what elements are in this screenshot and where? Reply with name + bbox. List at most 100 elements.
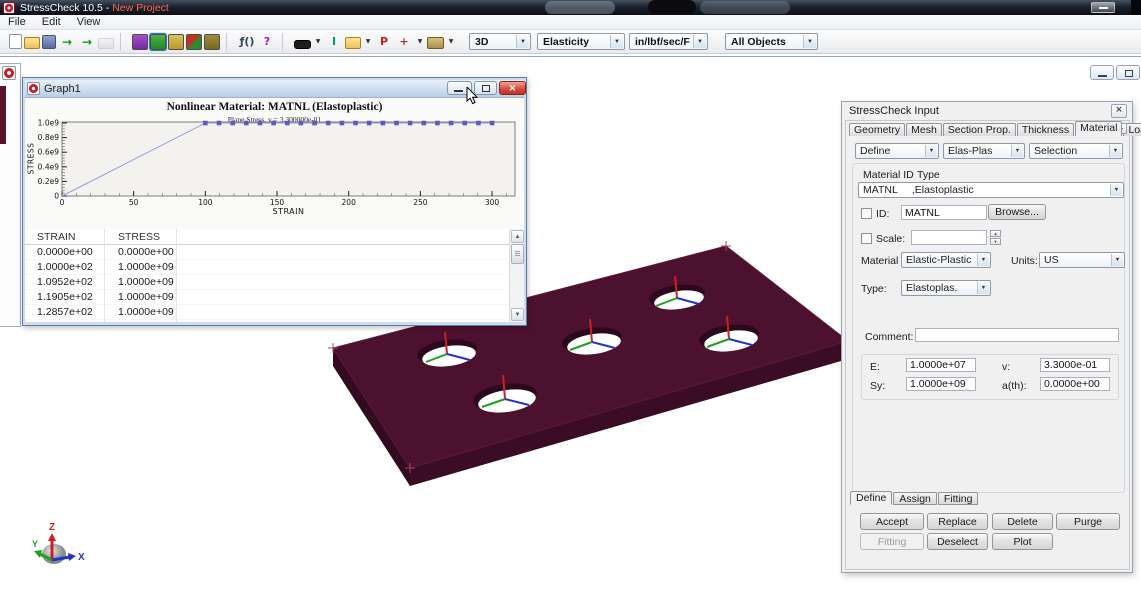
replace-button[interactable]: Replace — [927, 513, 988, 530]
desktop-object-behind-glass — [648, 0, 696, 14]
svg-text:1.0e9: 1.0e9 — [38, 119, 60, 128]
scroll-down-icon[interactable]: ▼ — [511, 308, 524, 321]
selection-mode-select[interactable]: Selection ▼ — [1029, 143, 1123, 159]
object-filter-select[interactable]: All Objects ▼ — [725, 33, 818, 50]
window-minimize-button[interactable] — [1091, 2, 1115, 13]
tab-thickness[interactable]: Thickness — [1017, 123, 1074, 136]
scale-spinner[interactable]: ▲ ▼ — [990, 230, 1001, 245]
subtab-assign[interactable]: Assign — [893, 492, 937, 505]
material-law-select[interactable]: Elas-Plas ▼ — [943, 143, 1025, 159]
menu-edit[interactable]: Edit — [34, 15, 69, 30]
material-type-select[interactable]: Elastoplas. ▼ — [901, 280, 991, 296]
graph1-close-button[interactable]: × — [499, 81, 526, 95]
graph1-titlebar[interactable]: Graph1 × — [25, 80, 524, 97]
svg-text:0.2e9: 0.2e9 — [38, 177, 60, 186]
units-select[interactable]: in/lbf/sec/F ▼ — [629, 33, 708, 50]
svg-text:200: 200 — [342, 198, 357, 207]
table-row[interactable]: 0.0000e+000.0000e+00 — [25, 245, 524, 260]
panel-body: GeometryMeshSection Prop.ThicknessMateri… — [845, 120, 1130, 570]
analysis-type-select[interactable]: Elasticity ▼ — [537, 33, 625, 50]
purge-button[interactable]: Purge — [1056, 513, 1120, 530]
model-view-icon[interactable] — [132, 34, 148, 50]
material-model-select[interactable]: Elastic-Plastic ▼ — [901, 252, 991, 268]
e-input[interactable] — [906, 358, 976, 372]
e-label: E: — [870, 361, 880, 373]
sy-label: Sy: — [870, 380, 885, 392]
units-system-select[interactable]: US ▼ — [1039, 252, 1125, 268]
select-display-mode-icon[interactable] — [294, 40, 311, 49]
stresscheck-input-panel: StressCheck Input × GeometryMeshSection … — [841, 101, 1133, 573]
table-row[interactable]: 1.2857e+021.0000e+09 — [25, 305, 524, 320]
table-scrollbar[interactable]: ▲ ▼ — [509, 229, 524, 322]
browse-button[interactable]: Browse... — [988, 204, 1046, 220]
type-label: Type: — [861, 283, 887, 295]
panel-bottom-tabs: DefineAssignFitting — [850, 491, 979, 505]
tab-section-prop[interactable]: Section Prop. — [943, 123, 1016, 136]
window-titlebar: StressCheck 10.5 - New Project — [0, 0, 1141, 15]
menu-file[interactable]: File — [0, 15, 34, 30]
plot-button[interactable]: Plot — [992, 533, 1053, 550]
material-list-combo[interactable]: MATNL ,Elastoplastic ▼ — [858, 182, 1124, 198]
import-file-icon[interactable]: → — [58, 33, 76, 50]
accept-button[interactable]: Accept — [860, 513, 924, 530]
object-filter-value: All Objects — [731, 36, 786, 48]
table-row[interactable]: 1.1905e+021.0000e+09 — [25, 290, 524, 305]
table-gridline — [176, 229, 177, 322]
mouse-cursor — [466, 87, 480, 107]
tab-mesh[interactable]: Mesh — [906, 123, 942, 136]
dropdown-caret-icon[interactable]: ▼ — [446, 33, 456, 50]
units-value: in/lbf/sec/F — [635, 36, 690, 48]
display-grid-icon[interactable] — [150, 34, 166, 50]
svg-text:0.6e9: 0.6e9 — [38, 148, 60, 157]
glass-reflection — [700, 1, 790, 14]
svg-text:100: 100 — [198, 198, 213, 207]
global-axes-triad: Z Y X — [10, 517, 110, 577]
sy-input[interactable] — [906, 377, 976, 391]
snapshot-icon[interactable] — [427, 37, 444, 49]
chevron-down-icon: ▼ — [803, 35, 816, 48]
handbook-icon[interactable] — [168, 34, 184, 50]
dropdown-caret-icon[interactable]: ▼ — [415, 33, 425, 50]
dropdown-caret-icon[interactable]: ▼ — [363, 33, 373, 50]
scale-input[interactable] — [911, 230, 987, 245]
formula-info-icon[interactable]: ƒ() — [238, 33, 256, 50]
scroll-up-icon[interactable]: ▲ — [511, 230, 524, 243]
comment-input[interactable] — [915, 328, 1119, 342]
deselect-button[interactable]: Deselect — [927, 533, 988, 550]
id-input[interactable] — [901, 205, 987, 220]
scale-checkbox[interactable] — [861, 233, 872, 244]
table-row[interactable]: 1.0000e+021.0000e+09 — [25, 260, 524, 275]
nu-input[interactable] — [1040, 358, 1110, 372]
points-icon[interactable]: P — [375, 33, 393, 50]
subtab-define[interactable]: Define — [850, 491, 892, 505]
print-icon — [98, 38, 114, 49]
new-file-icon[interactable] — [9, 34, 22, 49]
panel-close-button[interactable]: × — [1111, 104, 1127, 118]
graph1-window: Graph1 × Nonlinear Material: MATNL (Elas… — [22, 77, 527, 326]
menu-view[interactable]: View — [69, 15, 109, 30]
scrollbar-thumb[interactable] — [511, 244, 524, 264]
layers-folder-icon[interactable] — [345, 37, 361, 49]
view-mode-select[interactable]: 3D ▼ — [469, 33, 531, 50]
table-gridline — [104, 229, 105, 322]
tab-material[interactable]: Material — [1075, 121, 1122, 136]
axes-icon[interactable]: + — [395, 33, 413, 50]
delete-button[interactable]: Delete — [992, 513, 1053, 530]
tab-geometry[interactable]: Geometry — [849, 123, 905, 136]
save-file-icon[interactable] — [42, 35, 56, 49]
table-row[interactable]: 1.0952e+021.0000e+09 — [25, 275, 524, 290]
results-icon[interactable] — [186, 34, 202, 50]
svg-text:0.4e9: 0.4e9 — [38, 162, 60, 171]
ath-input[interactable] — [1040, 377, 1110, 391]
export-file-icon[interactable]: → — [78, 33, 96, 50]
action-select[interactable]: Define ▼ — [855, 143, 939, 159]
help-icon[interactable]: ? — [258, 33, 276, 50]
subtab-fitting[interactable]: Fitting — [938, 492, 979, 505]
section-beam-icon[interactable]: I — [325, 33, 343, 50]
material-label: Material — [861, 255, 898, 267]
toolbox-icon[interactable] — [204, 34, 220, 50]
id-checkbox[interactable] — [861, 208, 872, 219]
open-file-icon[interactable] — [24, 37, 40, 49]
window-title: StressCheck 10.5 - New Project — [20, 2, 169, 14]
dropdown-caret-icon[interactable]: ▼ — [313, 33, 323, 50]
